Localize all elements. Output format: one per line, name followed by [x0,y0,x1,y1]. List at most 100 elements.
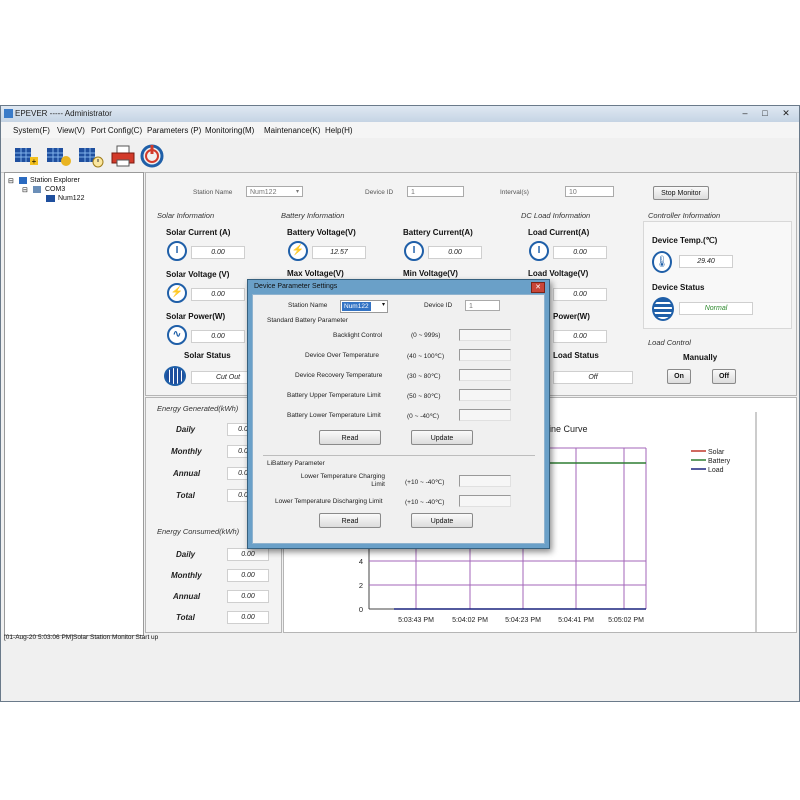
device-tree-icon [46,195,55,202]
battery-upper-temp-input[interactable] [459,389,511,401]
solar-power-label: Solar Power(W) [166,312,226,321]
menu-bar: System(F) View(V) Port Config(C) Paramet… [1,122,799,138]
stop-monitor-button[interactable]: Stop Monitor [653,186,709,200]
station-name-label: Station Name [193,189,233,196]
solar-current-value: 0.00 [191,246,245,259]
load-voltage-value: 0.00 [553,288,607,301]
battery-upper-temp-range: (50 ~ 80℃) [407,393,441,400]
dialog-device-id-field[interactable]: 1 [465,300,500,311]
backlight-control-input[interactable] [459,329,511,341]
toolbar: + [1,139,799,173]
device-id-label: Device ID [365,189,394,196]
chevron-down-icon: ▾ [381,302,385,308]
solar-voltage-value: 0.00 [191,288,245,301]
tree-port-label[interactable]: COM3 [45,186,65,193]
backlight-control-label: Backlight Control [333,332,383,339]
status-message: [01-Aug-20 5:03:06 PM]Solar Station Moni… [4,634,159,641]
battery-voltage-value: 12.57 [312,246,366,259]
load-on-button[interactable]: On [667,369,691,384]
device-id-field[interactable]: 1 [407,186,464,197]
station-config-icon[interactable] [45,143,73,169]
minimize-button[interactable]: – [735,107,755,120]
menu-view[interactable]: View(V) [57,126,85,135]
battery-section-title: Battery Information [281,211,345,220]
station-name-select[interactable]: Num122 ▾ [246,186,303,197]
consumed-monthly-value: 0.00 [227,569,269,582]
generated-annual-label: Annual [173,469,201,478]
lower-discharge-limit-input[interactable] [459,495,511,507]
battery-lower-temp-label: Battery Lower Temperature Limit [287,412,381,419]
battery-current-icon: I [404,241,424,261]
lower-charge-limit-input[interactable] [459,475,511,487]
menu-help[interactable]: Help(H) [325,126,353,135]
load-off-button[interactable]: Off [712,369,736,384]
load-power-label: Power(W) [553,312,590,321]
device-over-temp-range: (40 ~ 100℃) [407,353,445,360]
x-tick-label: 5:05:02 PM [608,617,644,624]
consumed-monthly-label: Monthly [171,571,202,580]
device-recovery-temp-range: (30 ~ 80℃) [407,373,441,380]
load-current-label: Load Current(A) [528,228,590,237]
solar-current-label: Solar Current (A) [166,228,231,237]
battery-lower-temp-input[interactable] [459,409,511,421]
li-battery-group-label: LiBattery Parameter [267,460,325,467]
app-icon [4,109,13,118]
dialog-station-label: Station Name [288,302,328,309]
thermometer-icon: 🌡 [652,251,672,273]
menu-maintenance[interactable]: Maintenance(K) [264,126,320,135]
x-tick-label: 5:04:23 PM [505,617,541,624]
battery-voltage-icon: ⚡ [288,241,308,261]
solar-status-label: Solar Status [184,351,231,360]
menu-parameters[interactable]: Parameters (P) [147,126,201,135]
battery-lower-temp-range: (0 ~ -40℃) [407,413,440,420]
lower-discharge-limit-label: Lower Temperature Discharging Limit [275,498,383,505]
tree-expand-icon[interactable]: ⊟ [22,186,28,194]
power-wave-icon: ∿ [167,325,187,345]
device-temp-value: 29.40 [679,255,733,268]
generated-monthly-label: Monthly [171,447,202,456]
load-power-value: 0.00 [553,330,607,343]
y-tick-label: 4 [359,557,363,566]
tree-device-label[interactable]: Num122 [58,195,84,202]
menu-port-config[interactable]: Port Config(C) [91,126,142,135]
max-voltage-label: Max Voltage(V) [287,269,344,278]
dialog-close-button[interactable]: ✕ [531,282,545,293]
station-time-icon[interactable] [77,143,105,169]
consumed-daily-label: Daily [176,550,196,559]
load-status-label: Load Status [553,351,599,360]
x-tick-label: 5:03:43 PM [398,617,434,624]
interval-field[interactable]: 10 [565,186,614,197]
close-button[interactable]: ✕ [775,107,797,120]
solar-section-title: Solar Information [157,211,215,220]
station-explorer-panel: ⊟ Station Explorer ⊟ COM3 Num122 [4,172,144,636]
device-parameter-dialog: Device Parameter Settings ✕ Station Name… [247,279,550,549]
dialog-station-select[interactable]: Num122 ▾ [340,300,388,313]
consumed-total-label: Total [176,613,195,622]
current-icon: I [167,241,187,261]
battery-voltage-label: Battery Voltage(V) [287,228,356,237]
maximize-button[interactable]: □ [755,107,775,120]
power-icon[interactable] [139,143,167,169]
std-update-button[interactable]: Update [411,430,473,445]
station-tree-icon [19,177,27,184]
add-station-icon[interactable]: + [13,143,41,169]
li-read-button[interactable]: Read [319,513,381,528]
load-voltage-label: Load Voltage(V) [528,269,589,278]
printer-icon[interactable] [109,143,137,169]
device-temp-label: Device Temp.(℃) [652,236,718,245]
menu-system[interactable]: System(F) [13,126,50,135]
std-read-button[interactable]: Read [319,430,381,445]
consumed-total-value: 0.00 [227,611,269,624]
tree-collapse-icon[interactable]: ⊟ [8,177,14,185]
tree-root-label[interactable]: Station Explorer [30,177,80,184]
menu-monitoring[interactable]: Monitoring(M) [205,126,254,135]
solar-panel-icon [164,366,186,386]
battery-current-label: Battery Current(A) [403,228,473,237]
backlight-control-range: (0 ~ 999s) [411,332,441,339]
controller-section-title: Controller Information [648,211,721,220]
x-tick-label: 5:04:41 PM [558,617,594,624]
consumed-annual-label: Annual [173,592,201,601]
device-recovery-temp-input[interactable] [459,369,511,381]
device-over-temp-input[interactable] [459,349,511,361]
li-update-button[interactable]: Update [411,513,473,528]
